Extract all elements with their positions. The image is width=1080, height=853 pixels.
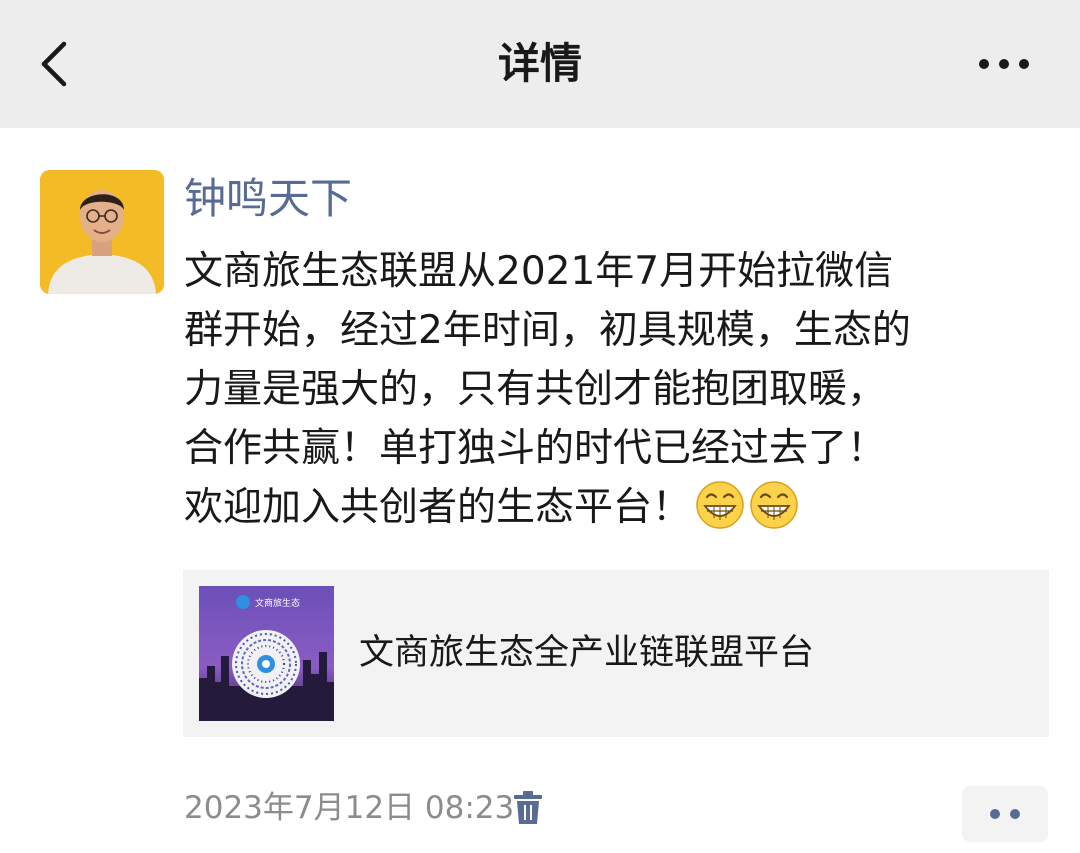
thumbnail-image: 文商旅生态	[199, 586, 334, 721]
post-text-line: 力量是强大的，只有共创才能抱团取暖，	[184, 367, 887, 412]
trash-icon	[514, 791, 542, 824]
post-text: 文商旅生态联盟从2021年7月开始拉微信 群开始，经过2年时间，初具规模，生态的…	[184, 242, 1054, 537]
post-timestamp: 2023年7月12日 08:23	[184, 790, 515, 826]
thumbnail-logo-text: 文商旅生态	[255, 597, 300, 609]
avatar-photo	[40, 170, 164, 294]
more-horizontal-icon	[979, 59, 1029, 69]
author-name[interactable]: 钟鸣天下	[184, 166, 352, 232]
post-text-line: 群开始，经过2年时间，初具规模，生态的	[184, 308, 911, 353]
chevron-left-icon	[41, 41, 67, 87]
comment-dots-icon	[990, 809, 1020, 819]
back-button[interactable]	[26, 30, 82, 98]
post-text-line: 合作共赢！单打独斗的时代已经过去了！	[184, 426, 887, 471]
delete-button[interactable]	[510, 790, 546, 826]
grinning-face-icon	[696, 481, 744, 529]
more-button[interactable]	[968, 44, 1040, 84]
page-title: 详情	[497, 39, 582, 88]
comment-button[interactable]	[962, 786, 1048, 842]
top-nav-bar: 详情	[0, 0, 1080, 128]
grinning-face-icon	[750, 481, 798, 529]
post-text-line-last: 欢迎加入共创者的生态平台！	[184, 478, 1054, 537]
post-text-line-content: 欢迎加入共创者的生态平台！	[184, 485, 692, 530]
link-card-title: 文商旅生态全产业链联盟平台	[359, 633, 815, 673]
link-thumbnail: 文商旅生态	[199, 586, 334, 721]
avatar[interactable]	[40, 170, 164, 294]
shared-link-card[interactable]: 文商旅生态 文商旅生态全产业链联盟平台	[183, 570, 1049, 737]
post-text-line: 文商旅生态联盟从2021年7月开始拉微信	[184, 249, 894, 294]
